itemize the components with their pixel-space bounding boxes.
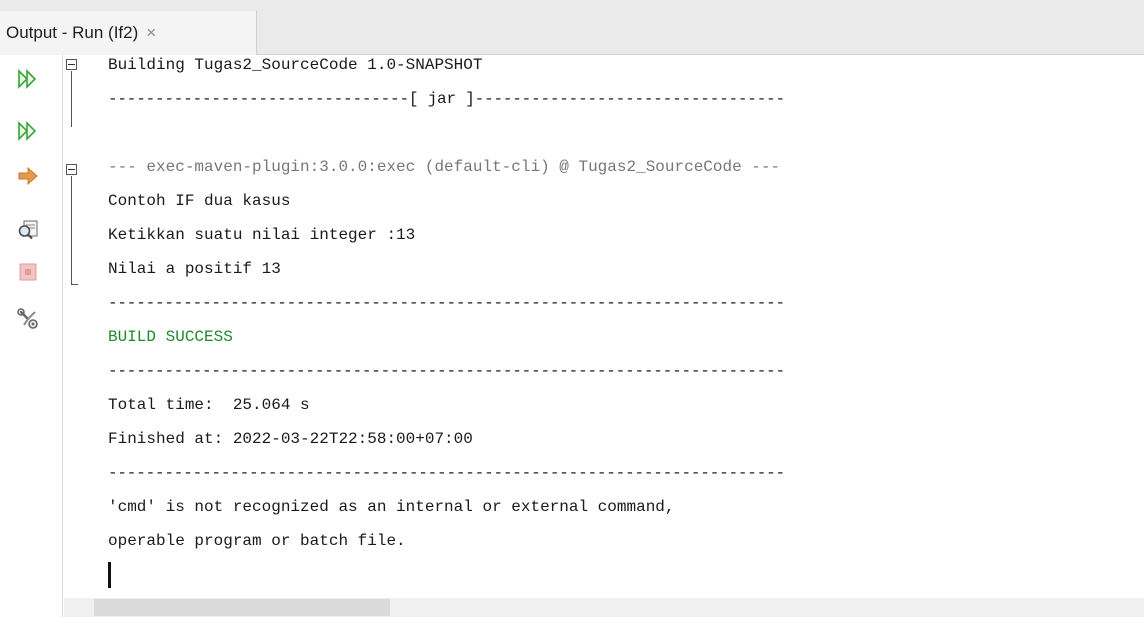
console-output[interactable]: Building Tugas2_SourceCode 1.0-SNAPSHOT … <box>64 55 1144 598</box>
console-lines: Building Tugas2_SourceCode 1.0-SNAPSHOT … <box>108 55 785 592</box>
console-line: Total time: 25.064 s <box>108 396 310 414</box>
fold-toggle-icon[interactable] <box>66 164 77 175</box>
fold-guide <box>71 71 72 127</box>
tab-output-run[interactable]: Output - Run (If2) × <box>0 11 257 55</box>
text-cursor <box>108 561 111 588</box>
console-line: ----------------------------------------… <box>108 362 785 380</box>
settings-button[interactable] <box>16 307 40 331</box>
output-toolbar <box>0 55 63 617</box>
rerun-goals-button[interactable] <box>16 119 40 143</box>
build-status: BUILD SUCCESS <box>108 328 233 346</box>
rerun-button[interactable] <box>16 67 40 91</box>
console-line: ----------------------------------------… <box>108 464 785 482</box>
input-line[interactable] <box>108 558 785 592</box>
fold-toggle-icon[interactable] <box>66 59 77 70</box>
tab-strip: Output - Run (If2) × <box>0 0 1144 55</box>
console-line: Building Tugas2_SourceCode 1.0-SNAPSHOT <box>108 56 483 74</box>
settings-icon <box>17 308 38 329</box>
fold-gutter <box>64 55 104 598</box>
console-line: Finished at: 2022-03-22T22:58:00+07:00 <box>108 430 473 448</box>
console-line: Nilai a positif 13 <box>108 260 281 278</box>
build-overview-button[interactable] <box>16 218 40 242</box>
horizontal-scrollbar[interactable] <box>64 598 1144 617</box>
forward-arrow-icon <box>18 166 38 186</box>
console-line: 'cmd' is not recognized as an internal o… <box>108 498 675 516</box>
stop-icon <box>19 263 37 281</box>
inspect-icon <box>18 220 38 240</box>
console-line: --- exec-maven-plugin:3.0.0:exec (defaul… <box>108 158 781 176</box>
console-line: Ketikkan suatu nilai integer :13 <box>108 226 416 244</box>
scrollbar-thumb[interactable] <box>94 599 390 616</box>
tab-title: Output - Run (If2) <box>6 23 139 42</box>
console-line: operable program or batch file. <box>108 532 406 550</box>
fold-end-marker <box>71 284 78 285</box>
rerun-icon <box>18 69 37 89</box>
close-icon[interactable]: × <box>146 23 156 43</box>
resume-button[interactable] <box>16 164 40 188</box>
rerun-goals-icon <box>18 121 37 141</box>
fold-guide <box>71 176 72 284</box>
console-line: ----------------------------------------… <box>108 294 785 312</box>
console-line: Contoh IF dua kasus <box>108 192 291 210</box>
output-window: Output - Run (If2) × Building Tugas2_Sou… <box>0 0 1144 617</box>
stop-button[interactable] <box>16 260 40 284</box>
console-line: --------------------------------[ jar ]-… <box>108 90 785 108</box>
